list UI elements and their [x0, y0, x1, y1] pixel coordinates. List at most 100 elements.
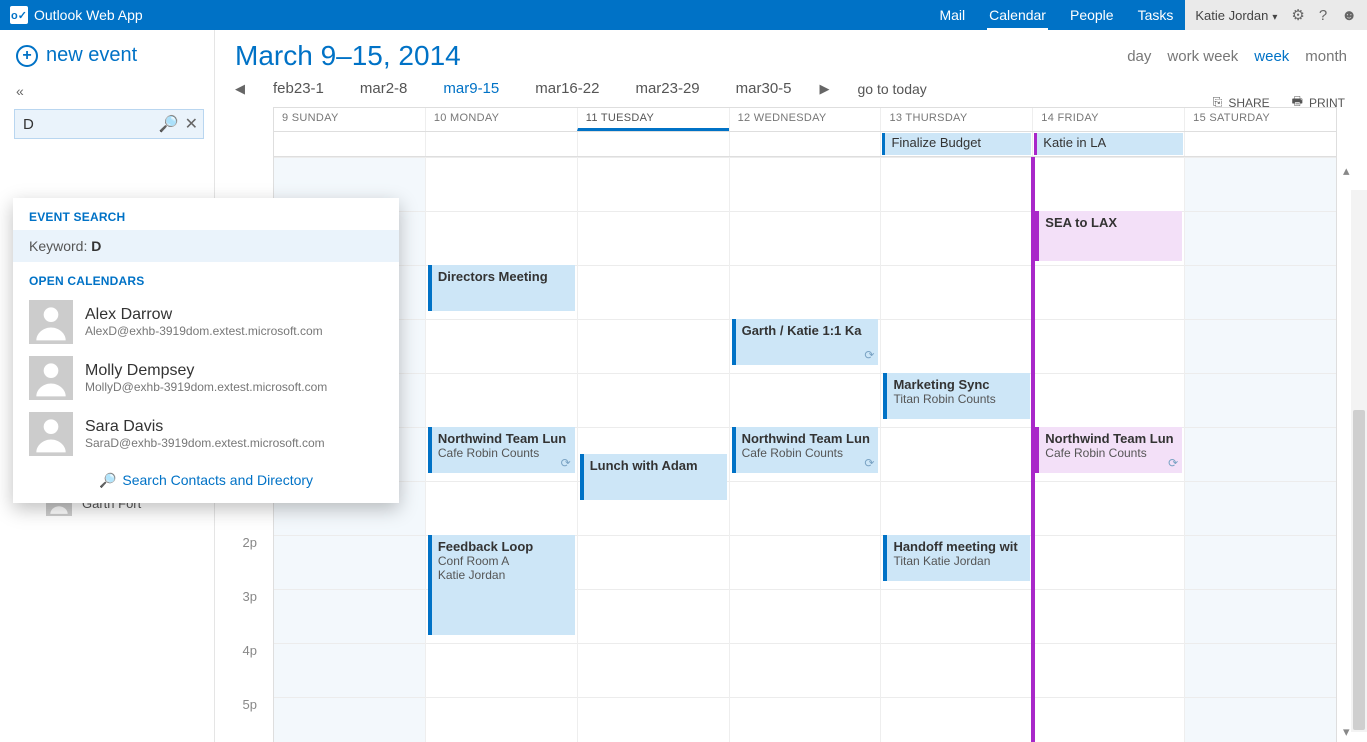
week-link[interactable]: mar23-29	[635, 80, 699, 97]
new-event-button[interactable]: + new event	[0, 30, 214, 77]
day-header[interactable]: 12 WEDNESDAY	[729, 108, 881, 131]
gear-icon[interactable]: ⚙	[1291, 6, 1304, 24]
day-column[interactable]: Garth / Katie 1:1 Ka⟳ Northwind Team LunC…	[729, 157, 881, 742]
view-week[interactable]: week	[1254, 48, 1289, 65]
allday-event[interactable]: Katie in LA	[1034, 133, 1183, 155]
weeks-next-icon[interactable]: ▶	[820, 81, 830, 97]
event-title: Directors Meeting	[438, 269, 569, 284]
avatar	[29, 300, 73, 344]
allday-event[interactable]: Finalize Budget	[882, 133, 1031, 155]
event-location: Titan Robin Counts	[893, 392, 1024, 406]
allday-cell[interactable]: Katie in LA	[1032, 132, 1184, 156]
avatar	[29, 356, 73, 400]
popup-section-event-search: EVENT SEARCH	[13, 198, 399, 230]
current-time-indicator	[1031, 157, 1035, 742]
help-icon[interactable]: ?	[1319, 7, 1327, 24]
nav-tasks[interactable]: Tasks	[1126, 0, 1186, 30]
recurring-icon: ⟳	[561, 456, 571, 470]
new-event-label: new event	[46, 44, 137, 67]
topbar: o✓ Outlook Web App Mail Calendar People …	[0, 0, 1367, 30]
day-column[interactable]: Marketing SyncTitan Robin Counts Handoff …	[880, 157, 1032, 742]
search-wrap: 🔍 ✕	[14, 109, 204, 139]
time-grid[interactable]: Directors MeetingNorthwind Team LunCafe …	[273, 157, 1337, 742]
scrollbar-thumb[interactable]	[1353, 410, 1365, 730]
nav-mail[interactable]: Mail	[927, 0, 977, 30]
event-location: Titan Katie Jordan	[893, 554, 1024, 568]
time-label: 2p	[243, 535, 265, 589]
allday-cell[interactable]	[273, 132, 425, 156]
view-selector: day work week week month	[1127, 48, 1347, 65]
weeks-navigator: ◀ feb23-1 mar2-8 mar9-15 mar16-22 mar23-29 ma…	[235, 72, 1347, 107]
allday-cell[interactable]: Finalize Budget	[880, 132, 1032, 156]
calendar-event[interactable]: Northwind Team LunCafe Robin Counts⟳	[732, 427, 879, 473]
calendar-event[interactable]: Directors Meeting	[428, 265, 575, 311]
collapse-sidebar-button[interactable]: «	[0, 77, 214, 103]
week-link[interactable]: mar30-5	[736, 80, 792, 97]
nav-people[interactable]: People	[1058, 0, 1126, 30]
day-column[interactable]: Directors Meeting Northwind Team LunCafe …	[425, 157, 577, 742]
time-label: 3p	[243, 589, 265, 643]
day-column[interactable]: SEA to LAX Northwind Team LunCafe Robin C…	[1032, 157, 1184, 742]
event-title: Marketing Sync	[893, 377, 1024, 392]
day-column[interactable]	[1184, 157, 1337, 742]
allday-cell[interactable]	[425, 132, 577, 156]
allday-cell[interactable]	[1184, 132, 1336, 156]
scrollbar-track[interactable]	[1351, 190, 1367, 732]
plus-circle-icon: +	[16, 45, 38, 67]
view-day[interactable]: day	[1127, 48, 1151, 65]
week-link[interactable]: feb23-1	[273, 80, 324, 97]
view-workweek[interactable]: work week	[1167, 48, 1238, 65]
week-link[interactable]: mar2-8	[360, 80, 408, 97]
popup-person-row[interactable]: Molly Dempsey MollyD@exhb-3919dom.extest…	[13, 350, 399, 406]
day-header[interactable]: 9 SUNDAY	[273, 108, 425, 131]
day-header[interactable]: 10 MONDAY	[425, 108, 577, 131]
week-link[interactable]: mar9-15	[443, 80, 499, 97]
event-title: Feedback Loop	[438, 539, 569, 554]
calendar-header: March 9–15, 2014 day work week week mont…	[215, 30, 1367, 107]
person-name: Sara Davis	[85, 418, 325, 436]
avatar	[29, 412, 73, 456]
popup-keyword-row[interactable]: Keyword: D	[13, 230, 399, 262]
event-title: Northwind Team Lun	[742, 431, 873, 446]
popup-person-row[interactable]: Sara Davis SaraD@exhb-3919dom.extest.mic…	[13, 406, 399, 462]
event-location: Cafe Robin Counts	[1045, 446, 1176, 460]
calendar-event[interactable]: Handoff meeting witTitan Katie Jordan	[883, 535, 1030, 581]
app-logo-area[interactable]: o✓ Outlook Web App	[0, 6, 153, 24]
sidebar: + new event « 🔍 ✕ EVENT SEARCH Keyword: …	[0, 30, 215, 742]
event-title: Handoff meeting wit	[893, 539, 1024, 554]
weeks-prev-icon[interactable]: ◀	[235, 81, 245, 97]
calendar-event[interactable]: Lunch with Adam	[580, 454, 727, 500]
allday-cell[interactable]	[729, 132, 881, 156]
notifications-icon[interactable]: ☻	[1341, 7, 1357, 24]
calendar-event[interactable]: Feedback LoopConf Room AKatie Jordan	[428, 535, 575, 635]
view-month[interactable]: month	[1305, 48, 1347, 65]
time-label: 4p	[243, 643, 265, 697]
calendar-event[interactable]: Northwind Team LunCafe Robin Counts⟳	[428, 427, 575, 473]
day-header[interactable]: 13 THURSDAY	[880, 108, 1032, 131]
day-column[interactable]: Lunch with Adam	[577, 157, 729, 742]
outlook-logo-icon: o✓	[10, 6, 28, 24]
day-header[interactable]: 15 SATURDAY	[1184, 108, 1336, 131]
person-email: AlexD@exhb-3919dom.extest.microsoft.com	[85, 324, 323, 338]
user-menu[interactable]: Katie Jordan▾	[1195, 8, 1277, 23]
popup-section-open-calendars: OPEN CALENDARS	[13, 262, 399, 294]
person-name: Alex Darrow	[85, 306, 323, 324]
event-location: Conf Room A	[438, 554, 569, 568]
popup-person-row[interactable]: Alex Darrow AlexD@exhb-3919dom.extest.mi…	[13, 294, 399, 350]
day-headers: 9 SUNDAY10 MONDAY11 TUESDAY12 WEDNESDAY1…	[273, 107, 1337, 131]
scroll-up-icon[interactable]: ▴	[1343, 163, 1357, 177]
popup-search-directory[interactable]: 🔍 Search Contacts and Directory	[13, 462, 399, 495]
go-to-today[interactable]: go to today	[858, 81, 927, 97]
calendar-event[interactable]: SEA to LAX	[1035, 211, 1182, 261]
calendar-event[interactable]: Marketing SyncTitan Robin Counts	[883, 373, 1030, 419]
day-header[interactable]: 11 TUESDAY	[577, 108, 729, 131]
calendar-event[interactable]: Northwind Team LunCafe Robin Counts⟳	[1035, 427, 1182, 473]
clear-search-icon[interactable]: ✕	[185, 114, 198, 134]
nav-calendar[interactable]: Calendar	[977, 0, 1058, 30]
allday-cell[interactable]	[577, 132, 729, 156]
day-header[interactable]: 14 FRIDAY	[1032, 108, 1184, 131]
search-icon[interactable]: 🔍	[159, 114, 179, 134]
week-link[interactable]: mar16-22	[535, 80, 599, 97]
calendar-event[interactable]: Garth / Katie 1:1 Ka⟳	[732, 319, 879, 365]
recurring-icon: ⟳	[864, 348, 874, 362]
